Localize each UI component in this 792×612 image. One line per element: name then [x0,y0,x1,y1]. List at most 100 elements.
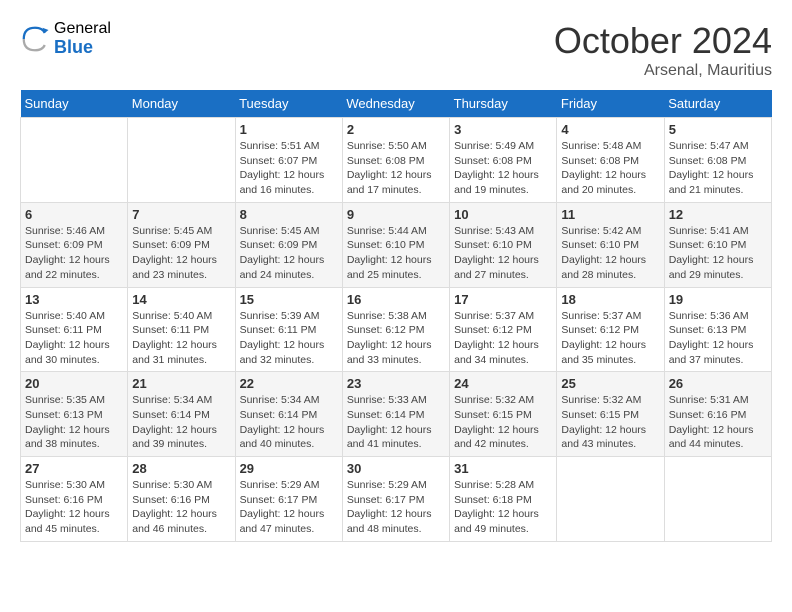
calendar-cell: 18Sunrise: 5:37 AMSunset: 6:12 PMDayligh… [557,287,664,372]
day-info: Sunrise: 5:46 AMSunset: 6:09 PMDaylight:… [25,224,123,283]
calendar-cell: 9Sunrise: 5:44 AMSunset: 6:10 PMDaylight… [342,202,449,287]
calendar-week-row: 1 Sunrise: 5:51 AMSunset: 6:07 PMDaylight… [21,118,772,203]
day-number: 19 [669,292,767,307]
month-title: October 2024 [554,20,772,62]
day-info: Sunrise: 5:50 AMSunset: 6:08 PMDaylight:… [347,139,445,198]
calendar-week-row: 20 Sunrise: 5:35 AMSunset: 6:13 PMDayligh… [21,372,772,457]
calendar-cell: 17 Sunrise: 5:37 AMSunset: 6:12 PMDayligh… [450,287,557,372]
calendar-cell: 8 Sunrise: 5:45 AMSunset: 6:09 PMDaylight… [235,202,342,287]
calendar-week-row: 6Sunrise: 5:46 AMSunset: 6:09 PMDaylight… [21,202,772,287]
calendar-table: SundayMondayTuesdayWednesdayThursdayFrid… [20,90,772,542]
calendar-cell: 23 Sunrise: 5:33 AMSunset: 6:14 PMDayligh… [342,372,449,457]
day-number: 22 [240,376,338,391]
day-number: 5 [669,122,767,137]
calendar-week-row: 13Sunrise: 5:40 AMSunset: 6:11 PMDayligh… [21,287,772,372]
logo-text: General Blue [54,20,111,57]
day-info: Sunrise: 5:30 AMSunset: 6:16 PMDaylight:… [25,478,123,537]
day-info: Sunrise: 5:45 AMSunset: 6:09 PMDaylight:… [240,224,338,283]
header: General Blue October 2024 Arsenal, Mauri… [20,20,772,80]
weekday-header-saturday: Saturday [664,90,771,118]
calendar-cell: 13Sunrise: 5:40 AMSunset: 6:11 PMDayligh… [21,287,128,372]
day-number: 11 [561,207,659,222]
day-info: Sunrise: 5:45 AMSunset: 6:09 PMDaylight:… [132,224,230,283]
calendar-cell: 16 Sunrise: 5:38 AMSunset: 6:12 PMDayligh… [342,287,449,372]
day-info: Sunrise: 5:32 AMSunset: 6:15 PMDaylight:… [561,393,659,452]
calendar-cell: 7 Sunrise: 5:45 AMSunset: 6:09 PMDaylight… [128,202,235,287]
calendar-cell: 1 Sunrise: 5:51 AMSunset: 6:07 PMDaylight… [235,118,342,203]
calendar-cell [557,457,664,542]
day-info: Sunrise: 5:51 AMSunset: 6:07 PMDaylight:… [240,139,338,198]
day-number: 12 [669,207,767,222]
day-number: 15 [240,292,338,307]
logo-blue: Blue [54,38,111,58]
day-info: Sunrise: 5:38 AMSunset: 6:12 PMDaylight:… [347,309,445,368]
day-number: 24 [454,376,552,391]
calendar-cell: 6Sunrise: 5:46 AMSunset: 6:09 PMDaylight… [21,202,128,287]
day-number: 14 [132,292,230,307]
day-number: 10 [454,207,552,222]
day-info: Sunrise: 5:34 AMSunset: 6:14 PMDaylight:… [132,393,230,452]
location: Arsenal, Mauritius [554,62,772,80]
weekday-header-monday: Monday [128,90,235,118]
page-container: General Blue October 2024 Arsenal, Mauri… [20,20,772,542]
day-info: Sunrise: 5:36 AMSunset: 6:13 PMDaylight:… [669,309,767,368]
calendar-cell: 20 Sunrise: 5:35 AMSunset: 6:13 PMDayligh… [21,372,128,457]
calendar-cell: 29Sunrise: 5:29 AMSunset: 6:17 PMDayligh… [235,457,342,542]
calendar-cell: 15 Sunrise: 5:39 AMSunset: 6:11 PMDayligh… [235,287,342,372]
day-info: Sunrise: 5:35 AMSunset: 6:13 PMDaylight:… [25,393,123,452]
logo-icon [20,24,50,54]
calendar-cell: 3Sunrise: 5:49 AMSunset: 6:08 PMDaylight… [450,118,557,203]
day-info: Sunrise: 5:47 AMSunset: 6:08 PMDaylight:… [669,139,767,198]
weekday-header-thursday: Thursday [450,90,557,118]
calendar-cell: 26 Sunrise: 5:31 AMSunset: 6:16 PMDayligh… [664,372,771,457]
calendar-cell: 4Sunrise: 5:48 AMSunset: 6:08 PMDaylight… [557,118,664,203]
day-number: 17 [454,292,552,307]
calendar-cell: 14 Sunrise: 5:40 AMSunset: 6:11 PMDayligh… [128,287,235,372]
weekday-header-friday: Friday [557,90,664,118]
day-number: 7 [132,207,230,222]
calendar-cell [664,457,771,542]
weekday-header-tuesday: Tuesday [235,90,342,118]
day-number: 31 [454,461,552,476]
day-info: Sunrise: 5:31 AMSunset: 6:16 PMDaylight:… [669,393,767,452]
day-number: 2 [347,122,445,137]
day-info: Sunrise: 5:41 AMSunset: 6:10 PMDaylight:… [669,224,767,283]
calendar-cell: 31Sunrise: 5:28 AMSunset: 6:18 PMDayligh… [450,457,557,542]
day-number: 29 [240,461,338,476]
day-number: 21 [132,376,230,391]
day-number: 28 [132,461,230,476]
day-number: 4 [561,122,659,137]
day-number: 3 [454,122,552,137]
calendar-cell: 21 Sunrise: 5:34 AMSunset: 6:14 PMDayligh… [128,372,235,457]
day-number: 8 [240,207,338,222]
calendar-cell: 28 Sunrise: 5:30 AMSunset: 6:16 PMDayligh… [128,457,235,542]
day-info: Sunrise: 5:42 AMSunset: 6:10 PMDaylight:… [561,224,659,283]
weekday-header-wednesday: Wednesday [342,90,449,118]
calendar-cell: 10 Sunrise: 5:43 AMSunset: 6:10 PMDayligh… [450,202,557,287]
day-info: Sunrise: 5:30 AMSunset: 6:16 PMDaylight:… [132,478,230,537]
day-info: Sunrise: 5:40 AMSunset: 6:11 PMDaylight:… [132,309,230,368]
day-info: Sunrise: 5:44 AMSunset: 6:10 PMDaylight:… [347,224,445,283]
calendar-cell: 2 Sunrise: 5:50 AMSunset: 6:08 PMDaylight… [342,118,449,203]
calendar-week-row: 27Sunrise: 5:30 AMSunset: 6:16 PMDayligh… [21,457,772,542]
day-info: Sunrise: 5:34 AMSunset: 6:14 PMDaylight:… [240,393,338,452]
day-info: Sunrise: 5:43 AMSunset: 6:10 PMDaylight:… [454,224,552,283]
day-info: Sunrise: 5:32 AMSunset: 6:15 PMDaylight:… [454,393,552,452]
day-info: Sunrise: 5:37 AMSunset: 6:12 PMDaylight:… [561,309,659,368]
day-number: 30 [347,461,445,476]
day-number: 23 [347,376,445,391]
logo: General Blue [20,20,111,57]
day-number: 26 [669,376,767,391]
day-info: Sunrise: 5:33 AMSunset: 6:14 PMDaylight:… [347,393,445,452]
calendar-cell: 5 Sunrise: 5:47 AMSunset: 6:08 PMDaylight… [664,118,771,203]
day-number: 1 [240,122,338,137]
calendar-cell: 27Sunrise: 5:30 AMSunset: 6:16 PMDayligh… [21,457,128,542]
day-info: Sunrise: 5:39 AMSunset: 6:11 PMDaylight:… [240,309,338,368]
calendar-cell: 25 Sunrise: 5:32 AMSunset: 6:15 PMDayligh… [557,372,664,457]
day-number: 16 [347,292,445,307]
day-info: Sunrise: 5:37 AMSunset: 6:12 PMDaylight:… [454,309,552,368]
calendar-cell [21,118,128,203]
day-number: 20 [25,376,123,391]
day-number: 25 [561,376,659,391]
day-info: Sunrise: 5:29 AMSunset: 6:17 PMDaylight:… [347,478,445,537]
